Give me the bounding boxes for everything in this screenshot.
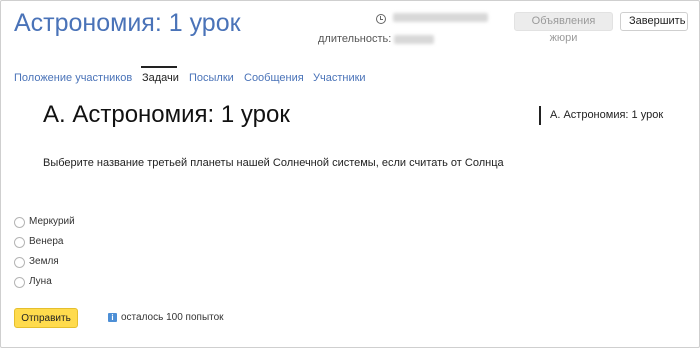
radio-button[interactable] [14, 237, 25, 248]
submit-button[interactable]: Отправить [14, 308, 78, 328]
problem-title: A. Астрономия: 1 урок [43, 101, 290, 128]
radio-button[interactable] [14, 277, 25, 288]
contest-title: Астрономия: 1 урок [14, 9, 241, 37]
problem-sidebar-item[interactable]: A. Астрономия: 1 урок [539, 106, 663, 125]
duration-redacted [394, 35, 434, 44]
option-label: Земля [29, 256, 59, 267]
option-label: Меркурий [29, 216, 75, 227]
finish-button[interactable]: Завершить [620, 12, 688, 31]
start-time-redacted [393, 13, 488, 22]
duration-label: длительность: [318, 33, 392, 45]
page-frame [0, 0, 700, 348]
tab-standings[interactable]: Положение участников [14, 72, 132, 84]
problem-statement: Выберите название третьей планеты нашей … [43, 157, 504, 169]
tab-messages[interactable]: Сообщения [244, 72, 304, 84]
attempts-remaining: осталось 100 попыток [121, 312, 224, 323]
radio-button[interactable] [14, 257, 25, 268]
tab-participants[interactable]: Участники [313, 72, 366, 84]
option-label: Луна [29, 276, 52, 287]
active-tab-indicator [141, 66, 177, 68]
clock-icon [376, 14, 386, 24]
tab-problems[interactable]: Задачи [142, 72, 179, 84]
info-icon: i [108, 313, 117, 322]
jury-announcements-button[interactable]: Объявления жюри [514, 12, 613, 44]
tab-submissions[interactable]: Посылки [189, 72, 234, 84]
option-label: Венера [29, 236, 64, 247]
radio-button[interactable] [14, 217, 25, 228]
